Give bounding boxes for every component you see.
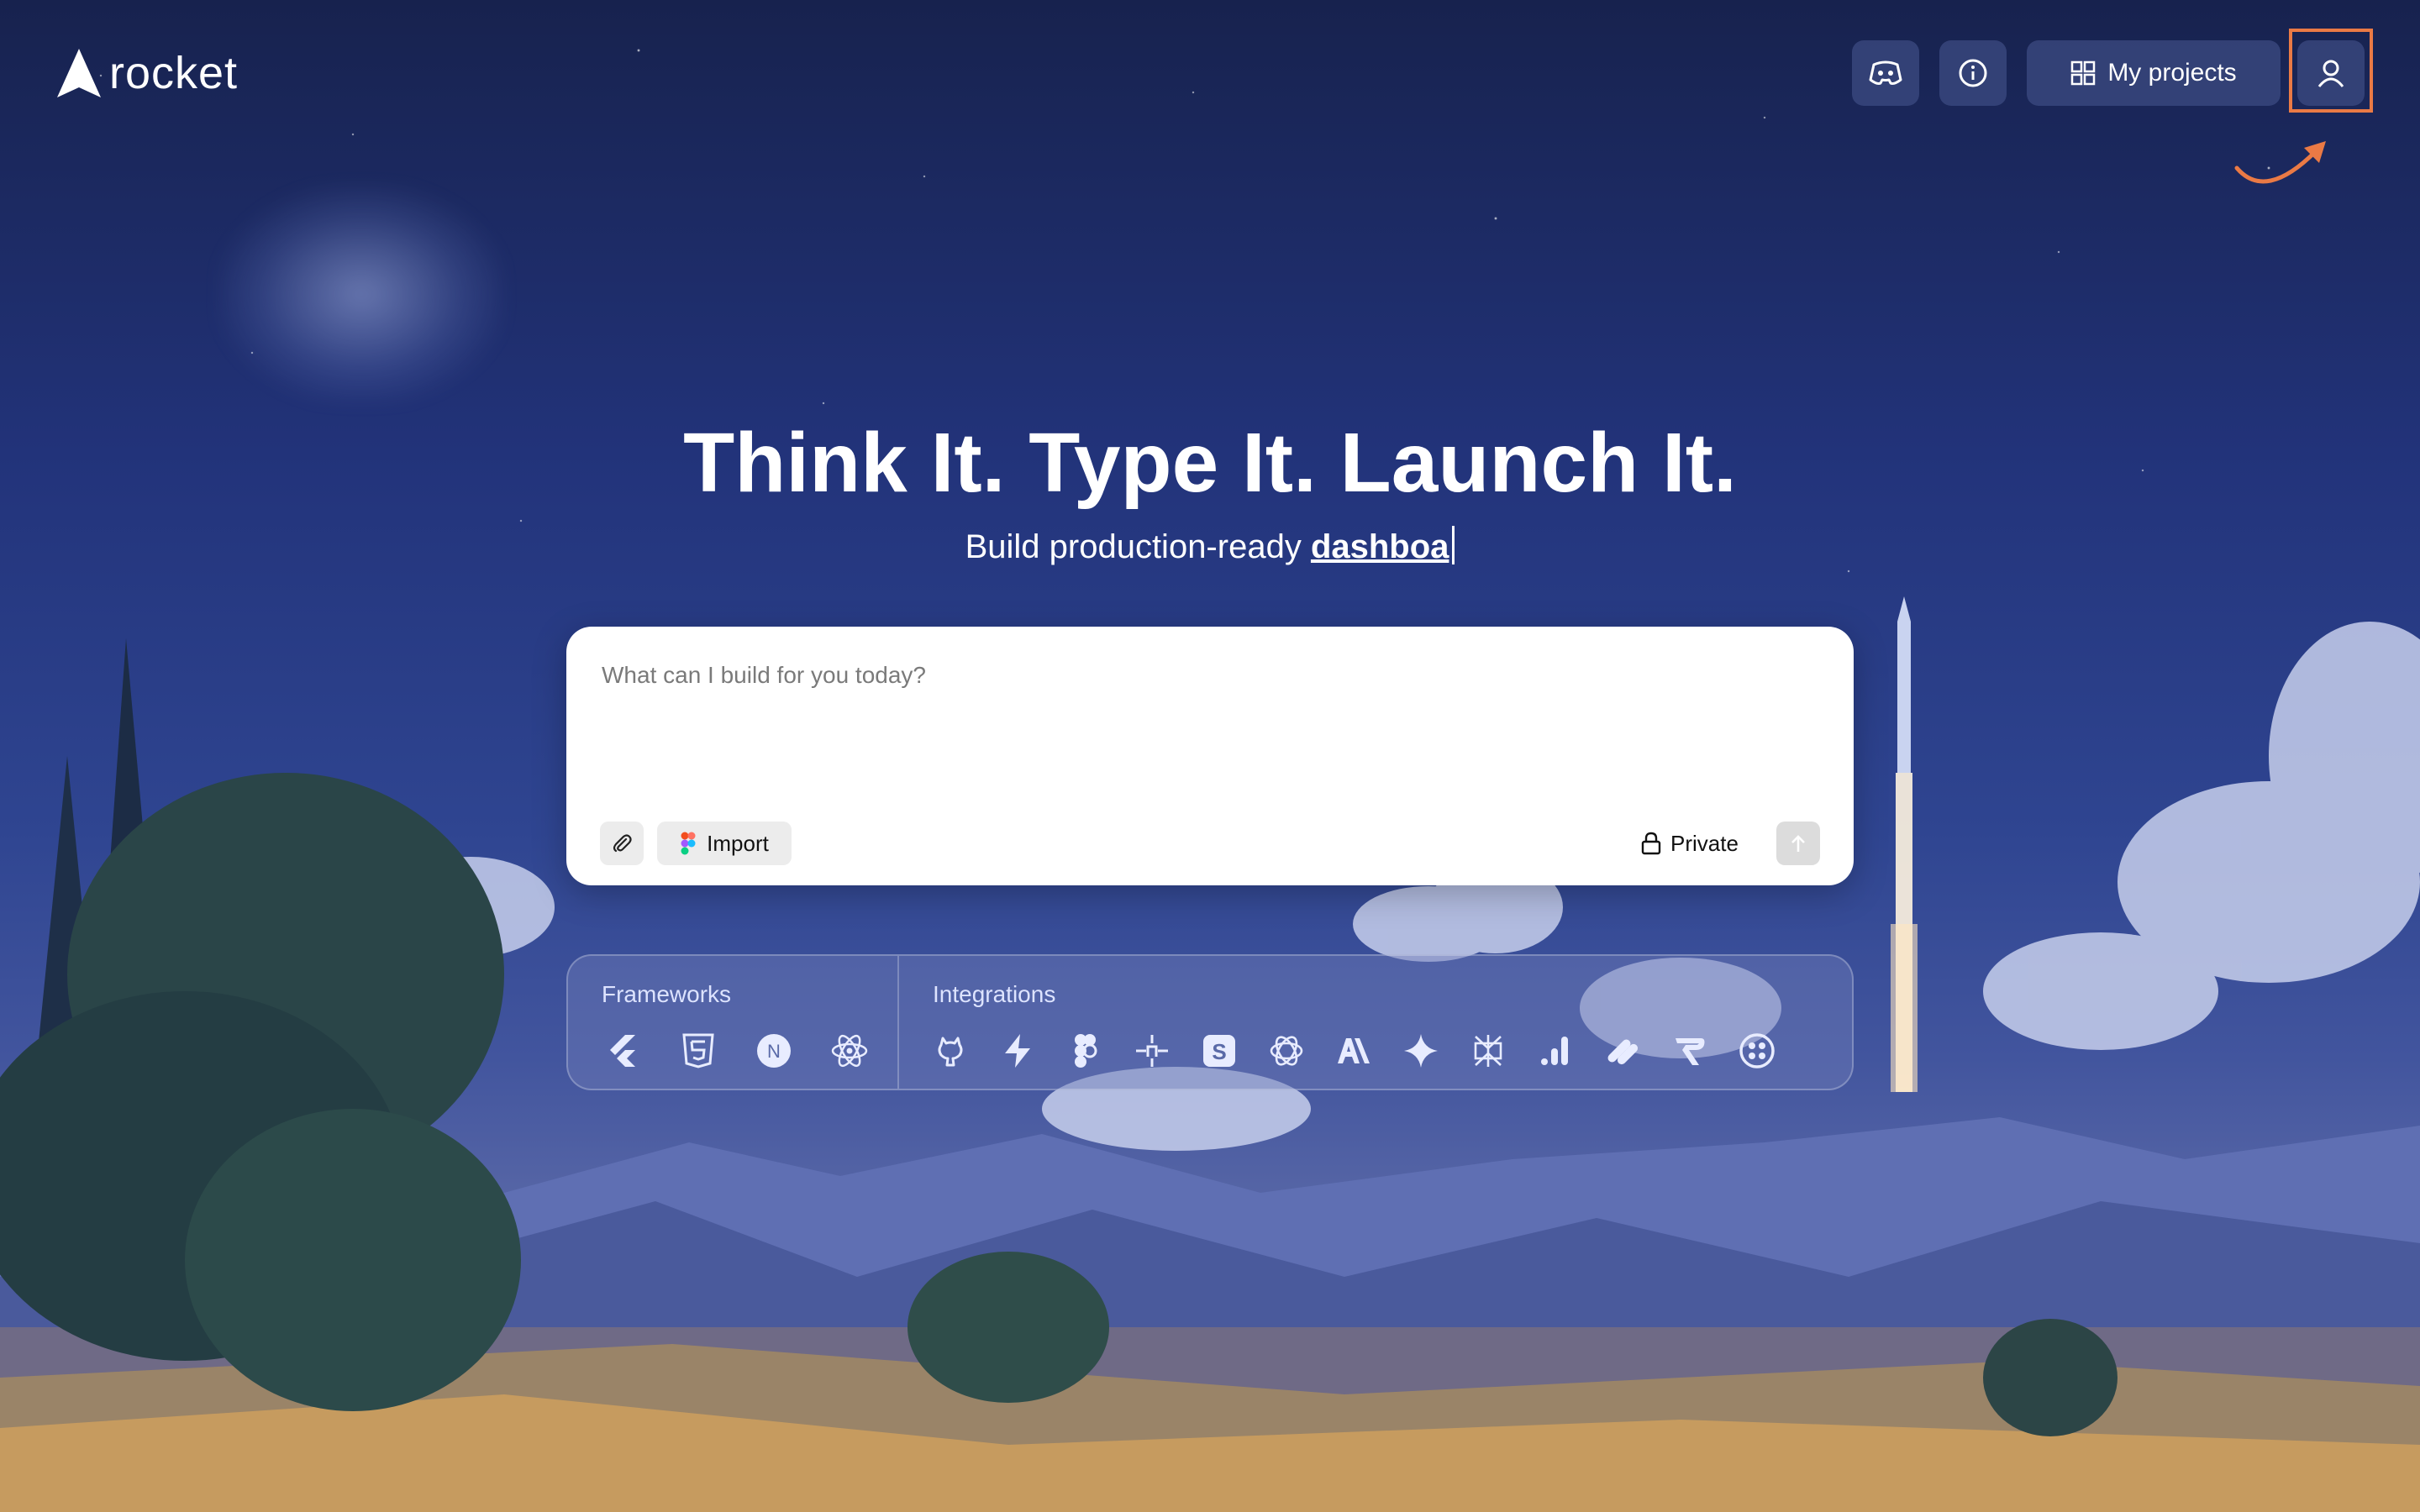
supabase-icon[interactable] xyxy=(997,1030,1039,1072)
hero-title: Think It. Type It. Launch It. xyxy=(683,416,1737,510)
analytics-icon[interactable] xyxy=(1534,1030,1576,1072)
figma-icon xyxy=(681,832,696,855)
discord-icon xyxy=(1869,60,1902,85)
discord-button[interactable] xyxy=(1852,40,1919,106)
private-toggle[interactable]: Private xyxy=(1640,822,1739,865)
twilio-icon[interactable] xyxy=(1736,1030,1778,1072)
send-button[interactable] xyxy=(1776,822,1820,865)
panel-divider xyxy=(897,956,899,1089)
grid-icon xyxy=(2071,60,2096,86)
import-label: Import xyxy=(707,830,769,856)
import-button[interactable]: Import xyxy=(657,822,792,865)
prompt-card: Import Private xyxy=(566,627,1854,885)
html5-icon[interactable] xyxy=(677,1030,719,1072)
mcp-icon[interactable] xyxy=(1131,1030,1173,1072)
tech-stack-panel: Frameworks Integrations N S xyxy=(566,954,1854,1090)
arrow-up-icon xyxy=(1791,835,1805,852)
github-icon[interactable] xyxy=(929,1030,971,1072)
my-projects-button[interactable]: My projects xyxy=(2027,40,2281,106)
frameworks-list: N xyxy=(602,1030,871,1072)
nextjs-icon[interactable]: N xyxy=(753,1030,795,1072)
stripe-icon[interactable]: S xyxy=(1198,1030,1240,1072)
react-icon[interactable] xyxy=(829,1030,871,1072)
anthropic-icon[interactable] xyxy=(1333,1030,1375,1072)
rocket-logo-icon xyxy=(57,49,101,97)
annotation-arrow-icon xyxy=(2234,141,2326,184)
user-button-highlight xyxy=(2289,29,2373,113)
integrations-list: S xyxy=(929,1030,1778,1072)
typing-caret xyxy=(1452,526,1455,564)
perplexity-icon[interactable] xyxy=(1467,1030,1509,1072)
private-label: Private xyxy=(1670,830,1739,856)
brand-name: rocket xyxy=(109,48,239,98)
paperclip-icon xyxy=(613,834,632,853)
resend-icon[interactable] xyxy=(1602,1030,1644,1072)
svg-text:N: N xyxy=(767,1041,781,1062)
gemini-icon[interactable] xyxy=(1400,1030,1442,1072)
hero-subtitle: Build production-ready dashboa xyxy=(0,526,2420,566)
brand-logo[interactable]: rocket xyxy=(54,45,238,101)
hero-subtitle-prefix: Build production-ready xyxy=(965,528,1311,565)
frameworks-label: Frameworks xyxy=(602,981,732,1007)
info-button[interactable] xyxy=(1939,40,2007,106)
flutter-icon[interactable] xyxy=(602,1030,644,1072)
openai-icon[interactable] xyxy=(1265,1030,1307,1072)
hero-subtitle-typed: dashboa xyxy=(1310,528,1449,565)
razorpay-icon[interactable] xyxy=(1669,1030,1711,1072)
prompt-input[interactable] xyxy=(600,660,1813,790)
info-icon xyxy=(1959,59,1987,87)
figma-integration-icon[interactable] xyxy=(1064,1030,1106,1072)
attach-button[interactable] xyxy=(600,822,644,865)
lock-icon xyxy=(1641,832,1661,855)
svg-text:S: S xyxy=(1212,1039,1226,1064)
my-projects-label: My projects xyxy=(2107,59,2237,87)
integrations-label: Integrations xyxy=(933,981,1056,1007)
